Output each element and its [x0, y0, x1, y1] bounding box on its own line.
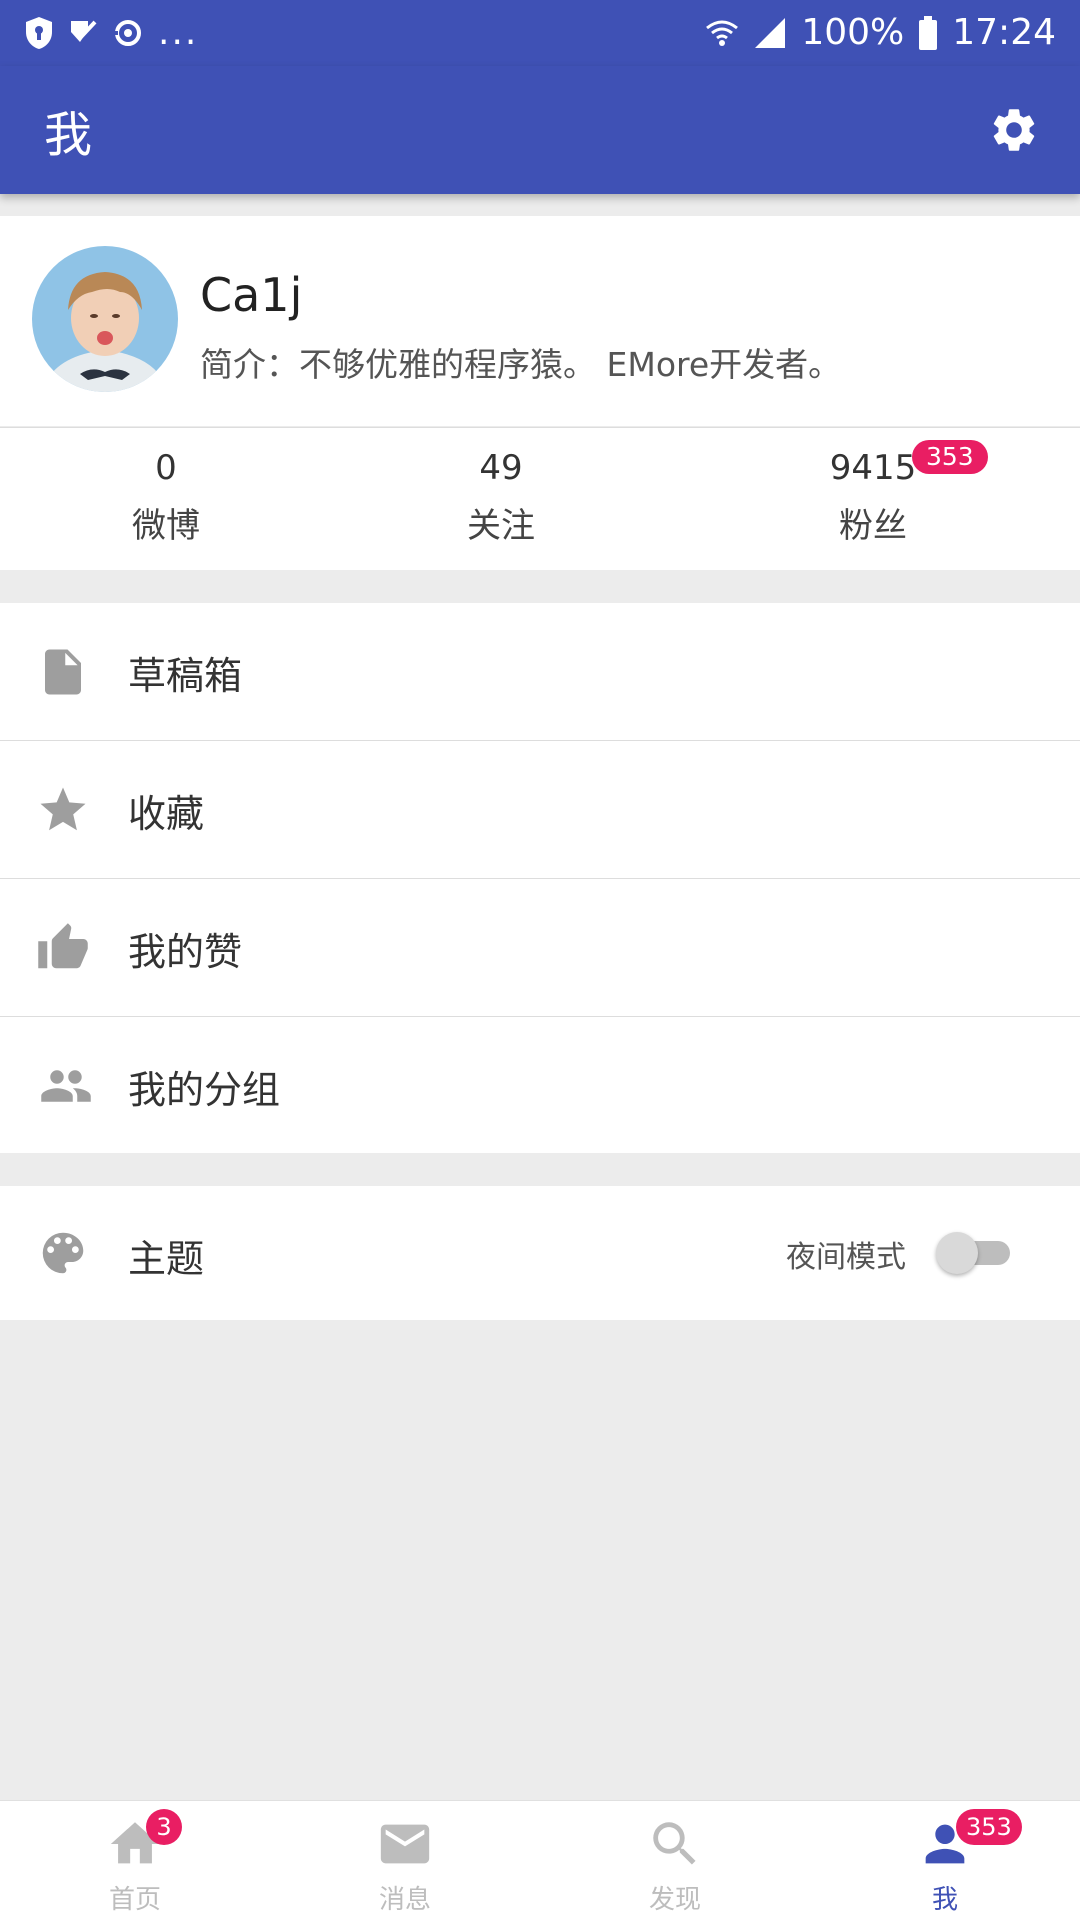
signal-icon: [755, 18, 786, 48]
menu-item-label: 收藏: [128, 791, 205, 836]
document-icon: [45, 649, 81, 695]
nav-me-badge: 353: [956, 1809, 1022, 1845]
nav-me[interactable]: 我 353: [810, 1801, 1080, 1920]
menu-item-label: 我的赞: [128, 929, 243, 974]
night-mode-label: 夜间模式: [786, 1240, 906, 1275]
battery-icon: [919, 16, 938, 50]
palette-icon: [42, 1232, 84, 1274]
star-icon: [40, 787, 86, 831]
nav-discover-label: 发现: [648, 1885, 701, 1915]
followers-badge: 353: [912, 440, 988, 474]
stat-followers-label: 粉丝: [839, 506, 907, 546]
gear-icon[interactable]: [988, 104, 1040, 156]
nav-home[interactable]: 首页 3: [0, 1801, 270, 1920]
bottom-nav: 首页 3 消息 发现 我 353: [0, 1800, 1080, 1920]
stat-following-count: 49: [479, 448, 523, 488]
theme-row[interactable]: 主题 夜间模式: [0, 1186, 1080, 1320]
menu-item-groups[interactable]: 我的分组: [0, 1017, 1080, 1155]
stat-weibo[interactable]: 0 微博: [56, 448, 276, 547]
nav-me-label: 我: [931, 1885, 958, 1915]
stat-weibo-label: 微博: [132, 506, 200, 546]
status-right: 100% 17:24: [705, 15, 1056, 51]
nav-home-badge: 3: [146, 1809, 182, 1845]
stats-bar: 0 微博 49 关注 9415 粉丝 353: [0, 427, 1080, 570]
menu-item-label: 我的分组: [128, 1067, 281, 1112]
nav-home-label: 首页: [108, 1885, 161, 1915]
group-icon: [41, 1070, 91, 1102]
sync-icon: [112, 20, 141, 46]
menu-item-likes[interactable]: 我的赞: [0, 879, 1080, 1017]
night-mode-toggle[interactable]: [936, 1232, 1018, 1274]
page-title: 我: [44, 107, 93, 163]
mail-icon: [380, 1824, 430, 1864]
menu-item-favorites[interactable]: 收藏: [0, 741, 1080, 879]
wifi-icon: [706, 20, 739, 46]
avatar[interactable]: [32, 246, 178, 392]
battery-percent: 100%: [801, 12, 905, 53]
stat-weibo-count: 0: [155, 448, 177, 488]
menu-list: 草稿箱 收藏 我的赞 我的分组: [0, 603, 1080, 1153]
shield-icon: [26, 17, 52, 49]
theme-label: 主题: [128, 1237, 205, 1281]
thumb-up-icon: [38, 923, 88, 969]
check-clipboard-icon: [71, 20, 97, 42]
menu-item-label: 草稿箱: [128, 653, 243, 698]
status-time: 17:24: [952, 12, 1056, 53]
nav-discover[interactable]: 发现: [540, 1801, 810, 1920]
status-bar: ... 100% 17:24: [0, 0, 1080, 66]
menu-item-drafts[interactable]: 草稿箱: [0, 603, 1080, 741]
profile-bio: 简介：不够优雅的程序猿。 EMore开发者。: [200, 345, 842, 384]
profile-card[interactable]: Ca1j 简介：不够优雅的程序猿。 EMore开发者。: [0, 216, 1080, 426]
stat-following[interactable]: 49 关注: [391, 448, 611, 547]
profile-name: Ca1j: [200, 268, 303, 322]
nav-messages-label: 消息: [378, 1885, 431, 1915]
app-bar: 我: [0, 66, 1080, 194]
stat-following-label: 关注: [467, 506, 535, 546]
toggle-thumb: [936, 1232, 978, 1274]
search-icon: [653, 1822, 696, 1865]
nav-messages[interactable]: 消息: [270, 1801, 540, 1920]
status-overflow: ...: [158, 12, 199, 53]
status-left: ...: [24, 15, 198, 51]
